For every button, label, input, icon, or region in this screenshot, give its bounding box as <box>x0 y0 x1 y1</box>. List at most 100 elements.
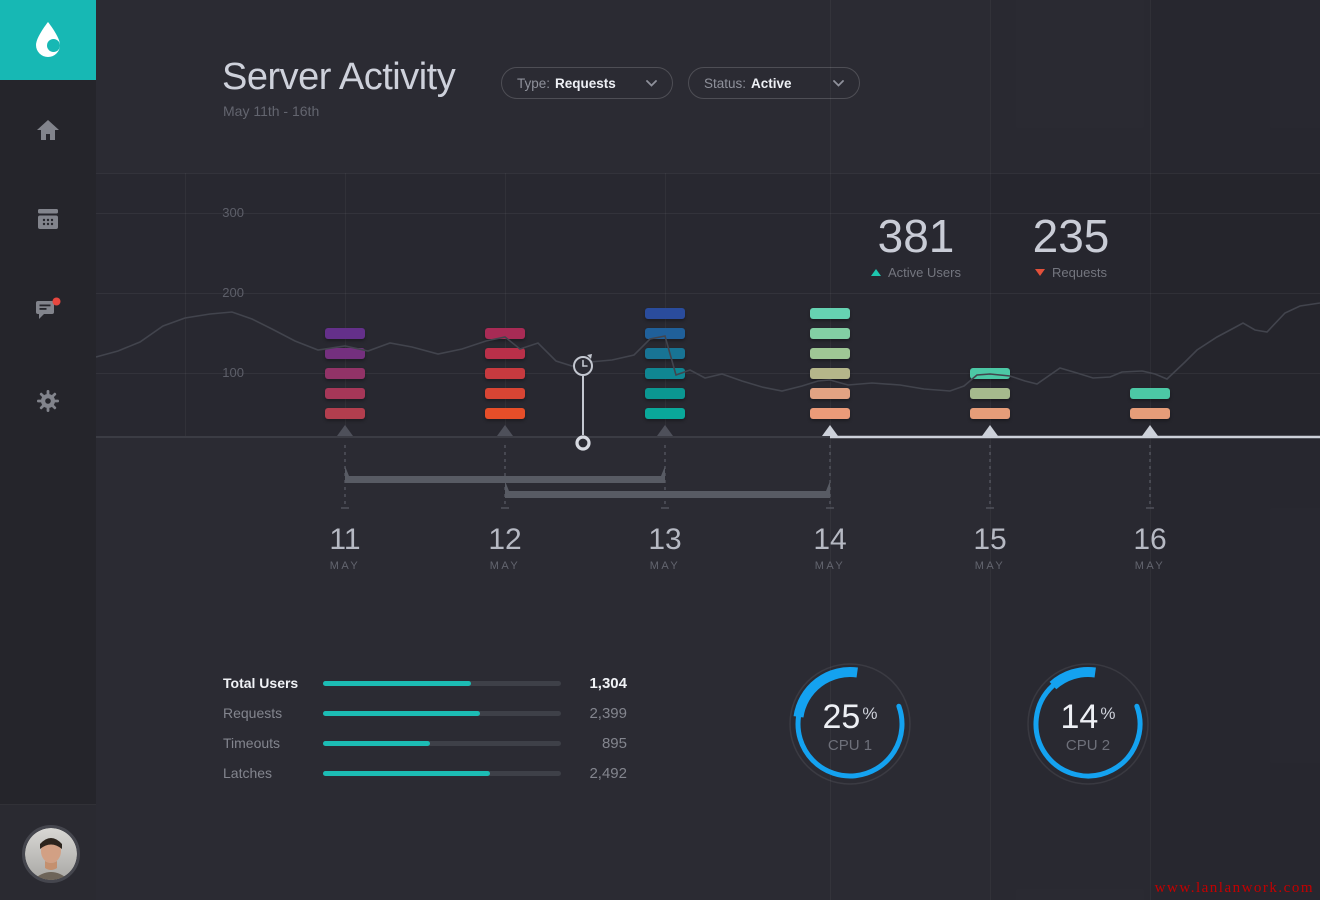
filter-label: Type: <box>517 76 550 91</box>
user-avatar[interactable] <box>22 825 80 883</box>
date-number: 11 <box>305 524 385 556</box>
background-band <box>830 0 990 900</box>
trend-down-icon <box>1035 269 1045 276</box>
metric-label: Total Users <box>223 675 323 691</box>
stat-active-users: 381 Active Users <box>831 212 1001 280</box>
gauge-readout-cpu-1: 25% CPU 1 <box>770 697 930 754</box>
chart-overlay <box>0 0 1320 900</box>
status-filter-dropdown[interactable]: Status: Active <box>688 67 860 99</box>
date-marker[interactable] <box>657 425 673 436</box>
sidebar-item-home[interactable] <box>0 106 96 154</box>
sidebar-item-messages[interactable] <box>0 285 96 333</box>
date-label-11[interactable]: 11 MAY <box>305 524 385 572</box>
date-label-12[interactable]: 12 MAY <box>465 524 545 572</box>
gridline-vertical <box>830 0 831 900</box>
date-marker[interactable] <box>497 425 513 436</box>
y-tick-200: 200 <box>204 285 244 300</box>
activity-bar <box>485 348 525 359</box>
date-marker[interactable] <box>822 425 838 436</box>
gauge-label: CPU 1 <box>770 737 930 754</box>
messages-icon <box>35 297 61 321</box>
gauge-unit: % <box>862 704 877 723</box>
trend-up-icon <box>871 269 881 276</box>
user-photo <box>25 828 77 880</box>
filter-value: Requests <box>555 76 616 91</box>
chevron-down-icon <box>833 80 844 87</box>
gridline-vertical <box>1150 0 1151 900</box>
trend-line <box>96 303 1320 391</box>
activity-bar <box>645 388 685 399</box>
metric-progress-fill <box>323 771 490 776</box>
range-selection-handle[interactable] <box>345 466 665 483</box>
metric-value: 1,304 <box>575 675 627 692</box>
date-marker[interactable] <box>1142 425 1158 436</box>
activity-bar <box>810 368 850 379</box>
gauge-percent: 25% <box>770 697 930 734</box>
activity-bar <box>1130 408 1170 419</box>
metric-row-timeouts: Timeouts895 <box>223 728 627 758</box>
metric-row-latches: Latches2,492 <box>223 758 627 788</box>
date-marker[interactable] <box>982 425 998 436</box>
activity-bar <box>645 368 685 379</box>
activity-bar <box>645 348 685 359</box>
page-title: Server Activity <box>222 56 455 99</box>
date-label-14[interactable]: 14MAY <box>790 524 870 572</box>
activity-bar <box>325 408 365 419</box>
calendar-icon <box>37 209 59 229</box>
range-selection-handle[interactable] <box>505 481 830 498</box>
activity-bar <box>970 368 1010 379</box>
activity-bar <box>810 388 850 399</box>
date-month: MAY <box>465 560 545 572</box>
activity-bar <box>810 408 850 419</box>
activity-bar <box>810 308 850 319</box>
activity-bar <box>485 368 525 379</box>
app-logo[interactable] <box>0 0 96 80</box>
activity-bar <box>810 348 850 359</box>
metric-label: Requests <box>223 705 323 721</box>
y-tick-300: 300 <box>204 205 244 220</box>
sidebar-item-calendar[interactable] <box>0 195 96 243</box>
date-label-15[interactable]: 15MAY <box>950 524 1030 572</box>
activity-bar <box>810 328 850 339</box>
gridline-200 <box>96 293 1320 294</box>
date-month: MAY <box>1110 560 1190 572</box>
date-range: May 11th - 16th <box>223 103 319 119</box>
gauge-percent: 14% <box>1008 697 1168 734</box>
activity-bar <box>1130 388 1170 399</box>
watermark: www.lanlanwork.com <box>1155 880 1314 897</box>
date-marker[interactable] <box>337 425 353 436</box>
date-month: MAY <box>790 560 870 572</box>
gauge-readout-cpu-2: 14% CPU 2 <box>1008 697 1168 754</box>
metric-progress-track <box>323 681 561 686</box>
gauge-label: CPU 2 <box>1008 737 1168 754</box>
metric-progress-fill <box>323 711 480 716</box>
gauge-progress-arc <box>1053 672 1095 686</box>
metric-progress-track <box>323 771 561 776</box>
date-month: MAY <box>305 560 385 572</box>
date-month: MAY <box>625 560 705 572</box>
filter-label: Status: <box>704 76 746 91</box>
date-label-16[interactable]: 16 MAY <box>1110 524 1190 572</box>
time-scrubber[interactable] <box>574 354 592 449</box>
activity-bar <box>325 348 365 359</box>
sidebar-item-settings[interactable] <box>0 377 96 425</box>
gauge-unit: % <box>1100 704 1115 723</box>
activity-bar <box>325 328 365 339</box>
metric-value: 2,492 <box>575 765 627 782</box>
gridline-vertical <box>185 173 186 437</box>
date-number: 16 <box>1110 524 1190 556</box>
activity-bar <box>970 388 1010 399</box>
date-number: 13 <box>625 524 705 556</box>
stat-label: Active Users <box>888 265 961 280</box>
scrubber-handle[interactable] <box>577 437 589 449</box>
date-label-13[interactable]: 13 MAY <box>625 524 705 572</box>
metric-row-total-users: Total Users 1,304 <box>223 668 627 698</box>
stat-value: 381 <box>831 212 1001 260</box>
date-number: 12 <box>465 524 545 556</box>
metric-progress-track <box>323 741 561 746</box>
date-number: 15 <box>950 524 1030 556</box>
activity-bar <box>645 408 685 419</box>
metric-progress-track <box>323 711 561 716</box>
type-filter-dropdown[interactable]: Type: Requests <box>501 67 673 99</box>
background-band <box>830 0 1320 900</box>
